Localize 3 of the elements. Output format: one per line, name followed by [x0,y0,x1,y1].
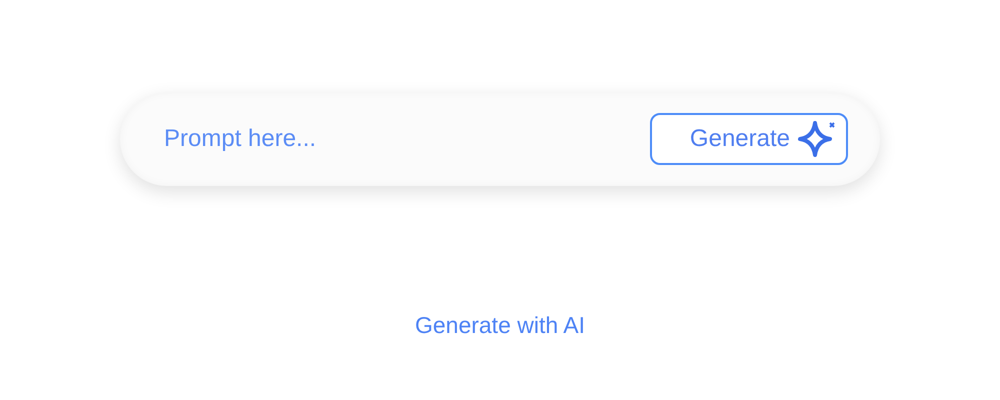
generate-button[interactable]: Generate [650,113,848,165]
caption: Generate with AI [414,311,586,340]
prompt-field[interactable]: Prompt here... [164,121,650,157]
